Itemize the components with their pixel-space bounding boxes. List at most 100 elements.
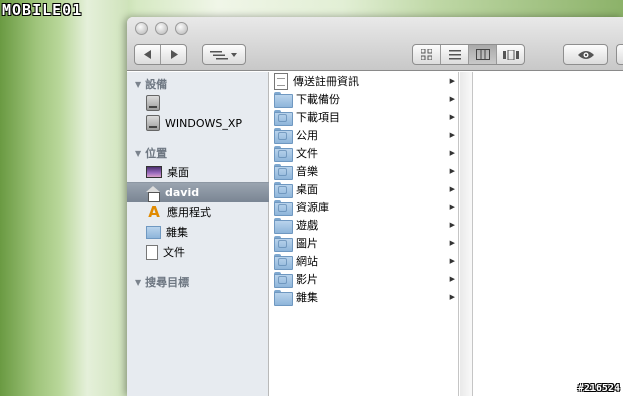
sidebar: ▼ 設備 WINDOWS_XP ▼ 位置 桌面 david A 應用程式 雜集 … bbox=[127, 72, 269, 396]
list-item-label: 資源庫 bbox=[296, 201, 329, 214]
sidebar-item-label: 雜集 bbox=[166, 226, 188, 239]
column-view-icon bbox=[475, 49, 490, 60]
sidebar-item-misc[interactable]: 雜集 bbox=[127, 222, 269, 242]
finder-window: ▼ 設備 WINDOWS_XP ▼ 位置 桌面 david A 應用程式 雜集 … bbox=[127, 17, 623, 396]
toolbar bbox=[127, 17, 623, 71]
hard-drive-icon bbox=[146, 115, 160, 131]
list-view-icon bbox=[448, 49, 461, 59]
applications-icon: A bbox=[148, 203, 160, 221]
icon-view-button[interactable] bbox=[413, 45, 440, 64]
action-button[interactable] bbox=[616, 44, 623, 65]
sidebar-item-label: david bbox=[165, 186, 200, 199]
downloads-folder-icon bbox=[274, 110, 293, 126]
sidebar-item-home[interactable]: david bbox=[127, 182, 269, 202]
list-item[interactable]: 網站 ▶ bbox=[270, 252, 459, 270]
forward-arrow-icon bbox=[170, 50, 178, 59]
list-item-label: 雜集 bbox=[296, 291, 318, 304]
watermark-id: #216524 bbox=[577, 383, 620, 394]
list-item-label: 下載備份 bbox=[296, 93, 340, 106]
back-button[interactable] bbox=[135, 45, 160, 64]
list-item[interactable]: 下載項目 ▶ bbox=[270, 108, 459, 126]
sidebar-item-label: 應用程式 bbox=[167, 206, 211, 219]
disclosure-arrow-icon: ▶ bbox=[449, 185, 455, 193]
sidebar-section-label: 設備 bbox=[145, 78, 168, 91]
disclosure-arrow-icon: ▶ bbox=[449, 275, 455, 283]
list-item[interactable]: 圖片 ▶ bbox=[270, 234, 459, 252]
library-folder-icon bbox=[274, 200, 293, 216]
list-item-label: 圖片 bbox=[296, 237, 318, 250]
browser-column: 傳送註冊資訊 ▶ 下載備份 ▶ 下載項目 ▶ 公用 ▶ 文件 ▶ 音樂 ▶ 桌面… bbox=[270, 72, 459, 396]
public-folder-icon bbox=[274, 128, 293, 144]
sidebar-section-label: 位置 bbox=[145, 147, 168, 160]
arrange-button[interactable] bbox=[202, 44, 246, 65]
folder-icon bbox=[146, 225, 161, 239]
disclosure-arrow-icon: ▶ bbox=[449, 221, 455, 229]
close-window-button[interactable] bbox=[135, 22, 148, 35]
disclosure-arrow-icon: ▶ bbox=[449, 149, 455, 157]
list-item[interactable]: 雜集 ▶ bbox=[270, 288, 459, 306]
desktop-folder-icon bbox=[274, 182, 293, 198]
sidebar-item-label: WINDOWS_XP bbox=[165, 116, 243, 130]
sidebar-item-windows-xp[interactable]: WINDOWS_XP bbox=[127, 113, 269, 133]
pictures-folder-icon bbox=[274, 236, 293, 252]
list-item[interactable]: 影片 ▶ bbox=[270, 270, 459, 288]
browser-column-empty bbox=[474, 72, 623, 396]
folder-icon bbox=[274, 92, 293, 108]
sidebar-item-label: 文件 bbox=[163, 246, 185, 259]
sites-folder-icon bbox=[274, 254, 293, 270]
sidebar-section-search[interactable]: ▼ 搜尋目標 bbox=[135, 274, 189, 290]
list-view-button[interactable] bbox=[440, 45, 468, 64]
back-forward-group bbox=[134, 44, 187, 65]
icon-view-icon bbox=[421, 49, 432, 60]
list-item-label: 遊戲 bbox=[296, 219, 318, 232]
forward-button[interactable] bbox=[160, 45, 186, 64]
quicklook-button[interactable] bbox=[563, 44, 608, 65]
disclosure-triangle-icon: ▼ bbox=[135, 148, 142, 158]
wallpaper-left bbox=[0, 0, 60, 396]
disclosure-arrow-icon: ▶ bbox=[449, 113, 455, 121]
list-item[interactable]: 音樂 ▶ bbox=[270, 162, 459, 180]
disclosure-arrow-icon: ▶ bbox=[449, 77, 455, 85]
home-icon bbox=[146, 185, 160, 202]
sidebar-item-desktop[interactable]: 桌面 bbox=[127, 162, 269, 182]
sidebar-item-documents[interactable]: 文件 bbox=[127, 242, 269, 262]
hard-drive-icon bbox=[146, 95, 160, 111]
disclosure-arrow-icon: ▶ bbox=[449, 239, 455, 247]
document-icon bbox=[146, 244, 158, 260]
sidebar-section-label: 搜尋目標 bbox=[145, 276, 190, 289]
coverflow-view-button[interactable] bbox=[496, 45, 524, 64]
list-item-label: 桌面 bbox=[296, 183, 318, 196]
disclosure-arrow-icon: ▶ bbox=[449, 95, 455, 103]
disclosure-triangle-icon: ▼ bbox=[135, 79, 142, 89]
folder-icon bbox=[274, 290, 293, 306]
disclosure-arrow-icon: ▶ bbox=[449, 203, 455, 211]
list-item[interactable]: 遊戲 ▶ bbox=[270, 216, 459, 234]
coverflow-view-icon bbox=[502, 49, 519, 60]
list-item[interactable]: 公用 ▶ bbox=[270, 126, 459, 144]
watermark-logo: MOBILE01 bbox=[2, 1, 83, 19]
column-resize-scrollbar[interactable] bbox=[460, 72, 473, 396]
minimize-window-button[interactable] bbox=[155, 22, 168, 35]
disclosure-triangle-icon: ▼ bbox=[135, 277, 142, 287]
list-item[interactable]: 文件 ▶ bbox=[270, 144, 459, 162]
sidebar-section-places[interactable]: ▼ 位置 bbox=[135, 145, 167, 161]
disclosure-arrow-icon: ▶ bbox=[449, 167, 455, 175]
list-item[interactable]: 下載備份 ▶ bbox=[270, 90, 459, 108]
column-view-button[interactable] bbox=[468, 45, 496, 64]
list-item-label: 傳送註冊資訊 bbox=[293, 75, 359, 88]
documents-folder-icon bbox=[274, 146, 293, 162]
zoom-window-button[interactable] bbox=[175, 22, 188, 35]
list-item[interactable]: 桌面 ▶ bbox=[270, 180, 459, 198]
list-item[interactable]: 傳送註冊資訊 ▶ bbox=[270, 72, 459, 90]
list-item[interactable]: 資源庫 ▶ bbox=[270, 198, 459, 216]
view-mode-group bbox=[412, 44, 525, 65]
desktop-icon bbox=[146, 166, 162, 178]
sidebar-item-applications[interactable]: A 應用程式 bbox=[127, 202, 269, 222]
eye-icon bbox=[577, 50, 594, 59]
disclosure-arrow-icon: ▶ bbox=[449, 131, 455, 139]
sidebar-item-drive[interactable] bbox=[127, 93, 269, 113]
list-item-label: 音樂 bbox=[296, 165, 318, 178]
list-item-label: 影片 bbox=[296, 273, 318, 286]
sidebar-section-devices[interactable]: ▼ 設備 bbox=[135, 76, 167, 92]
wallpaper-mid bbox=[60, 0, 128, 396]
